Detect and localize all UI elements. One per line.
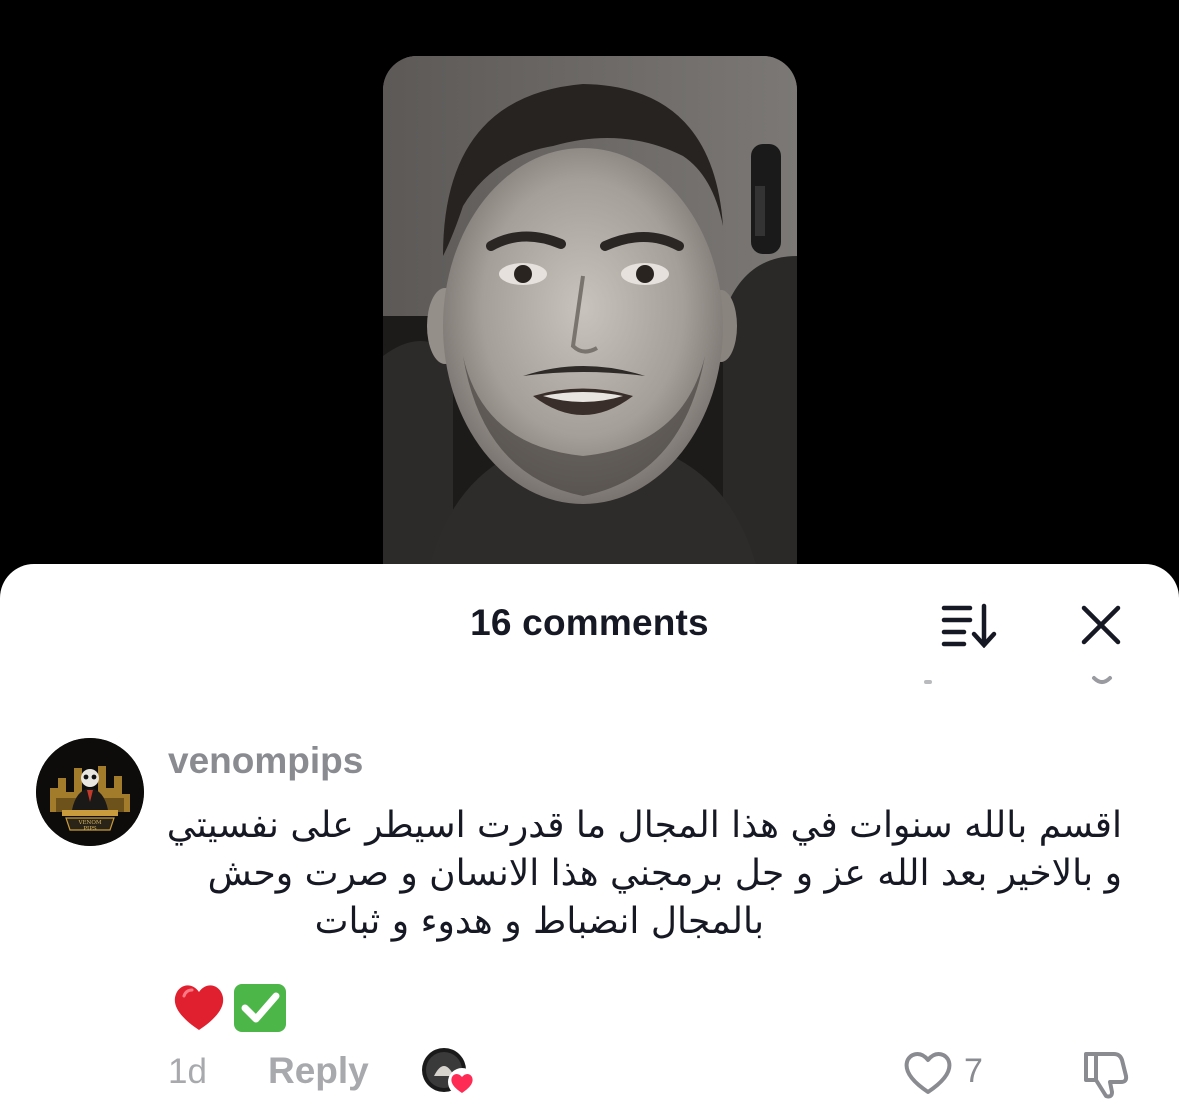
comment-text-line-3: بالمجال انضباط و هدوء و ثبات: [314, 901, 764, 942]
comments-sheet: 16 comments VENOM PIPS venompips اقسم با…: [0, 564, 1179, 1108]
close-icon[interactable]: [1080, 604, 1122, 646]
comment-username[interactable]: venompips: [168, 740, 363, 782]
red-heart-emoji-icon: [174, 985, 224, 1030]
reply-button[interactable]: Reply: [268, 1050, 369, 1092]
comment-meta-row: 1d Reply 7: [0, 1048, 1179, 1108]
video-thumbnail[interactable]: [383, 56, 797, 596]
thumbs-down-icon[interactable]: [1080, 1046, 1134, 1100]
comment-text-line-1: اقسم بالله سنوات في هذا المجال ما قدرت ا…: [166, 805, 1122, 846]
heart-outline-icon[interactable]: [902, 1048, 954, 1096]
venom-pips-logo-avatar[interactable]: VENOM PIPS: [36, 738, 144, 846]
comment-text-line-2: و بالاخير بعد الله عز و جل برمجني هذا ال…: [207, 853, 1122, 894]
like-count: 7: [964, 1052, 983, 1090]
person-video-frame: [383, 56, 797, 596]
sort-icon[interactable]: [940, 602, 998, 649]
comment-emojis: [172, 980, 292, 1036]
avatar-logo-text-bottom: PIPS: [83, 826, 97, 832]
comment-text: اقسم بالله سنوات في هذا المجال ما قدرت ا…: [166, 802, 1122, 946]
comments-count-title: 16 comments: [470, 602, 709, 643]
screen: 16 comments VENOM PIPS venompips اقسم با…: [0, 0, 1179, 1108]
previous-comment-edge: [0, 672, 1179, 692]
comment-time: 1d: [168, 1052, 207, 1091]
creator-liked-avatar-heart-icon: [420, 1046, 480, 1100]
check-mark-button-emoji-icon: [234, 984, 286, 1032]
comment-item: VENOM PIPS venompips اقسم بالله سنوات في…: [0, 732, 1179, 1108]
